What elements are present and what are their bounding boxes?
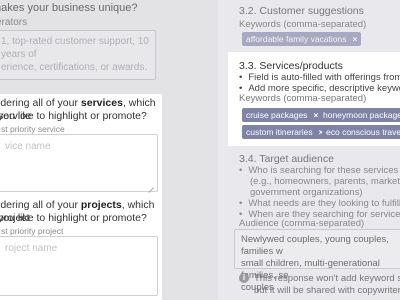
bullet-icon: • [239,198,243,209]
audience-bullet: • What needs are they looking to fulfill? [239,198,400,209]
service-name-input[interactable]: vice name [0,134,158,192]
keyword-chip[interactable]: affordable family vacations × [242,32,362,46]
unique-question-block: makes your business unique? erators 1, t… [0,0,162,92]
keyword-chip-label: cruise packages [246,110,308,120]
audience-note-line2: but it will be shared with copywriters. [254,285,400,296]
audience-bullet: • Who is searching for these services / p… [239,165,400,176]
bullet-icon: • [239,72,243,83]
highlight-card: idering all of your services, which serv… [0,94,162,300]
services-question-bold: services [80,97,123,109]
chip-remove-icon[interactable]: × [313,110,318,120]
resize-handle-icon[interactable] [147,181,154,188]
chip-remove-icon[interactable]: × [352,34,357,44]
services-bullet: • Field is auto-filled with offerings fro… [239,72,400,83]
audience-bullet-cont: (e.g., homeowners, parents, marketing ag… [250,176,400,187]
customer-keywords-label: Keywords (comma-separated) [239,19,367,30]
services-question-line2: you like to highlight or promote? [0,110,147,122]
keyword-chip-label: custom itineraries [246,127,313,137]
unique-question-sublabel: erators [0,17,28,28]
audience-textarea[interactable]: Newlywed couples, young couples, familie… [234,229,400,293]
keyword-chip-label: affordable family vacations [246,34,347,44]
project-name-placeholder: roject name [5,243,58,254]
unique-textarea[interactable]: 1, top-rated customer support, 10 years … [0,30,156,80]
services-hint: st priority service [1,124,65,134]
services-products-card: 3.3. Services/products • Field is auto-fi… [228,52,400,146]
service-name-placeholder: vice name [5,141,51,152]
services-question-pre: idering all of your [0,97,81,109]
left-form-panel: makes your business unique? erators 1, t… [0,0,218,300]
info-icon: i [239,273,249,283]
bullet-text: What needs are they looking to fulfill? [248,198,400,209]
bullet-text: Who is searching for these services / pr… [248,165,400,176]
audience-bullet-cont: government organizations) [250,187,363,198]
project-name-input[interactable]: roject name [0,236,158,296]
audience-note-line1: This response won't add keyword suggesti… [254,273,400,284]
keyword-chip-label: honeymoon packages [323,110,400,120]
bullet-icon: • [239,165,243,176]
projects-question-line2: you like to highlight or promote? [0,212,147,224]
keyword-chip[interactable]: honeymoon packages× [319,108,400,122]
audience-label: Audience (comma-separated) [239,218,365,229]
projects-question-pre: idering all of your [0,199,81,211]
unique-placeholder-line: erience, certifications, or awards. [1,62,148,73]
unique-question-label: makes your business unique? [0,2,138,14]
unique-placeholder-line: 1, top-rated customer support, 10 years … [1,36,149,60]
keyword-chip[interactable]: custom itineraries× [242,125,328,139]
projects-question-bold: projects [80,199,122,211]
section-customer-suggestions-title: 3.2. Customer suggestions [239,5,364,17]
right-keywords-panel: 3.2. Customer suggestions Keywords (comm… [228,0,400,300]
services-keywords-label: Keywords (comma-separated) [239,93,367,104]
section-target-audience-title: 3.4. Target audience [239,153,334,165]
audience-text-line: Newlywed couples, young couples, familie… [241,234,389,257]
projects-hint: st priority project [1,226,64,236]
section-services-products-title: 3.3. Services/products [239,60,343,72]
keyword-chip[interactable]: cruise packages × [242,108,323,122]
keyword-chip-label: eco conscious travel [326,127,400,137]
bullet-text: Field is auto-filled with offerings from… [248,72,400,83]
keyword-chip[interactable]: eco conscious travel× [322,125,400,139]
